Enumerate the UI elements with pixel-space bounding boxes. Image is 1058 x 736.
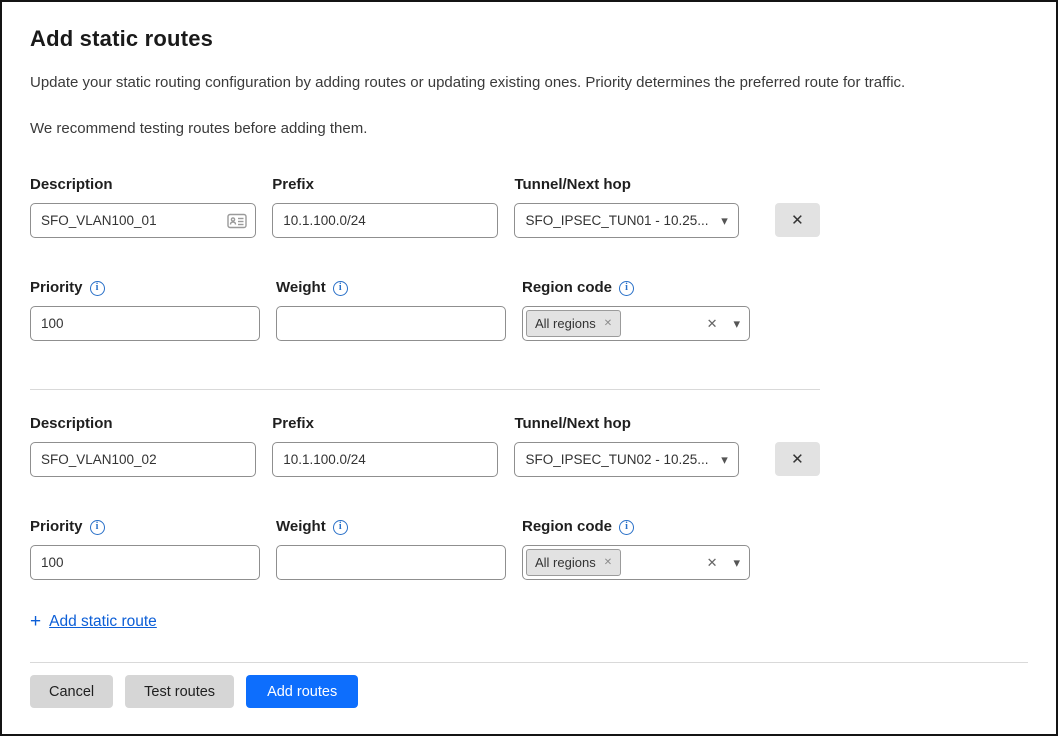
tunnel-label-text: Tunnel/Next hop — [514, 414, 630, 434]
description-input-1[interactable] — [30, 203, 256, 238]
tunnel-field-2: Tunnel/Next hop SFO_IPSEC_TUN02 - 10.25.… — [514, 414, 738, 477]
prefix-input-2[interactable] — [272, 442, 498, 477]
tunnel-select-value: SFO_IPSEC_TUN01 - 10.25... — [525, 213, 713, 228]
prefix-label: Prefix — [272, 414, 498, 434]
region-chip-text: All regions — [535, 555, 596, 570]
info-icon[interactable]: i — [90, 281, 105, 296]
chevron-down-icon: ▾ — [733, 556, 740, 569]
footer-divider — [30, 662, 1028, 663]
priority-input-1[interactable] — [30, 306, 260, 341]
description-label: Description — [30, 175, 256, 195]
description-input-wrap — [30, 203, 256, 238]
region-field-2: Region code i All regions ✕ ✕ ▾ — [522, 517, 750, 580]
route-1-main-row: Description Prefix — [30, 175, 820, 238]
weight-input-2[interactable] — [276, 545, 506, 580]
region-multiselect-2[interactable]: All regions ✕ ✕ ▾ — [522, 545, 750, 580]
plus-icon: + — [30, 612, 41, 631]
description-input-2[interactable] — [30, 442, 256, 477]
weight-input-1[interactable] — [276, 306, 506, 341]
info-icon[interactable]: i — [619, 520, 634, 535]
region-chip-text: All regions — [535, 316, 596, 331]
priority-field-1: Priority i — [30, 278, 260, 341]
close-icon: ✕ — [791, 213, 804, 228]
clear-icon[interactable]: ✕ — [707, 555, 718, 571]
close-icon: ✕ — [791, 452, 804, 467]
tunnel-select-1[interactable]: SFO_IPSEC_TUN01 - 10.25... ▾ — [514, 203, 738, 238]
chip-remove-icon[interactable]: ✕ — [604, 318, 612, 329]
region-multiselect-1[interactable]: All regions ✕ ✕ ▾ — [522, 306, 750, 341]
description-label-text: Description — [30, 414, 113, 434]
weight-label-text: Weight — [276, 517, 326, 537]
add-static-routes-dialog: { "page": { "title": "Add static routes"… — [0, 0, 1058, 736]
tunnel-field-1: Tunnel/Next hop SFO_IPSEC_TUN01 - 10.25.… — [514, 175, 738, 238]
intro-text: Update your static routing configuration… — [30, 74, 1028, 91]
description-field-2: Description — [30, 414, 256, 477]
info-icon[interactable]: i — [333, 281, 348, 296]
info-icon[interactable]: i — [90, 520, 105, 535]
tunnel-label: Tunnel/Next hop — [514, 175, 738, 195]
weight-label: Weight i — [276, 278, 506, 298]
priority-field-2: Priority i — [30, 517, 260, 580]
route-group-1: Description Prefix — [30, 137, 820, 341]
weight-field-2: Weight i — [276, 517, 506, 580]
priority-label: Priority i — [30, 278, 260, 298]
region-label-text: Region code — [522, 278, 612, 298]
cancel-button[interactable]: Cancel — [30, 675, 113, 708]
info-icon[interactable]: i — [333, 520, 348, 535]
weight-label-text: Weight — [276, 278, 326, 298]
chevron-down-icon: ▾ — [721, 214, 728, 227]
add-routes-button[interactable]: Add routes — [246, 675, 358, 708]
footer: Cancel Test routes Add routes — [30, 662, 1028, 708]
route-group-2: Description Prefix Tunnel/Next hop SFO_I… — [30, 390, 820, 580]
description-label-text: Description — [30, 175, 113, 195]
chevron-down-icon: ▾ — [721, 453, 728, 466]
chevron-down-icon: ▾ — [733, 317, 740, 330]
prefix-field-1: Prefix — [272, 175, 498, 238]
tunnel-select-2[interactable]: SFO_IPSEC_TUN02 - 10.25... ▾ — [514, 442, 738, 477]
add-static-route-link[interactable]: Add static route — [49, 613, 157, 631]
prefix-label-text: Prefix — [272, 414, 314, 434]
priority-label-text: Priority — [30, 278, 83, 298]
contact-card-icon — [227, 213, 247, 228]
priority-label: Priority i — [30, 517, 260, 537]
info-icon[interactable]: i — [619, 281, 634, 296]
priority-input-2[interactable] — [30, 545, 260, 580]
weight-field-1: Weight i — [276, 278, 506, 341]
add-static-route-row: + Add static route — [30, 612, 1028, 631]
route-2-options-row: Priority i Weight i Region code i All re… — [30, 517, 820, 580]
prefix-field-2: Prefix — [272, 414, 498, 477]
prefix-label: Prefix — [272, 175, 498, 195]
region-field-1: Region code i All regions ✕ ✕ ▾ — [522, 278, 750, 341]
tunnel-select-value: SFO_IPSEC_TUN02 - 10.25... — [525, 452, 713, 467]
note-text: We recommend testing routes before addin… — [30, 120, 1028, 137]
region-chip: All regions ✕ — [526, 549, 621, 576]
remove-route-button-2[interactable]: ✕ — [775, 442, 820, 476]
clear-icon[interactable]: ✕ — [707, 316, 718, 332]
region-label: Region code i — [522, 278, 750, 298]
page-title: Add static routes — [30, 26, 1028, 52]
region-chip: All regions ✕ — [526, 310, 621, 337]
description-field-1: Description — [30, 175, 256, 238]
prefix-label-text: Prefix — [272, 175, 314, 195]
route-2-main-row: Description Prefix Tunnel/Next hop SFO_I… — [30, 414, 820, 477]
chip-remove-icon[interactable]: ✕ — [604, 557, 612, 568]
tunnel-label-text: Tunnel/Next hop — [514, 175, 630, 195]
tunnel-label: Tunnel/Next hop — [514, 414, 738, 434]
priority-label-text: Priority — [30, 517, 83, 537]
test-routes-button[interactable]: Test routes — [125, 675, 234, 708]
region-label-text: Region code — [522, 517, 612, 537]
weight-label: Weight i — [276, 517, 506, 537]
footer-buttons: Cancel Test routes Add routes — [30, 675, 1028, 708]
region-label: Region code i — [522, 517, 750, 537]
route-1-options-row: Priority i Weight i Region code i All re… — [30, 278, 820, 341]
description-label: Description — [30, 414, 256, 434]
remove-route-button-1[interactable]: ✕ — [775, 203, 820, 237]
prefix-input-1[interactable] — [272, 203, 498, 238]
